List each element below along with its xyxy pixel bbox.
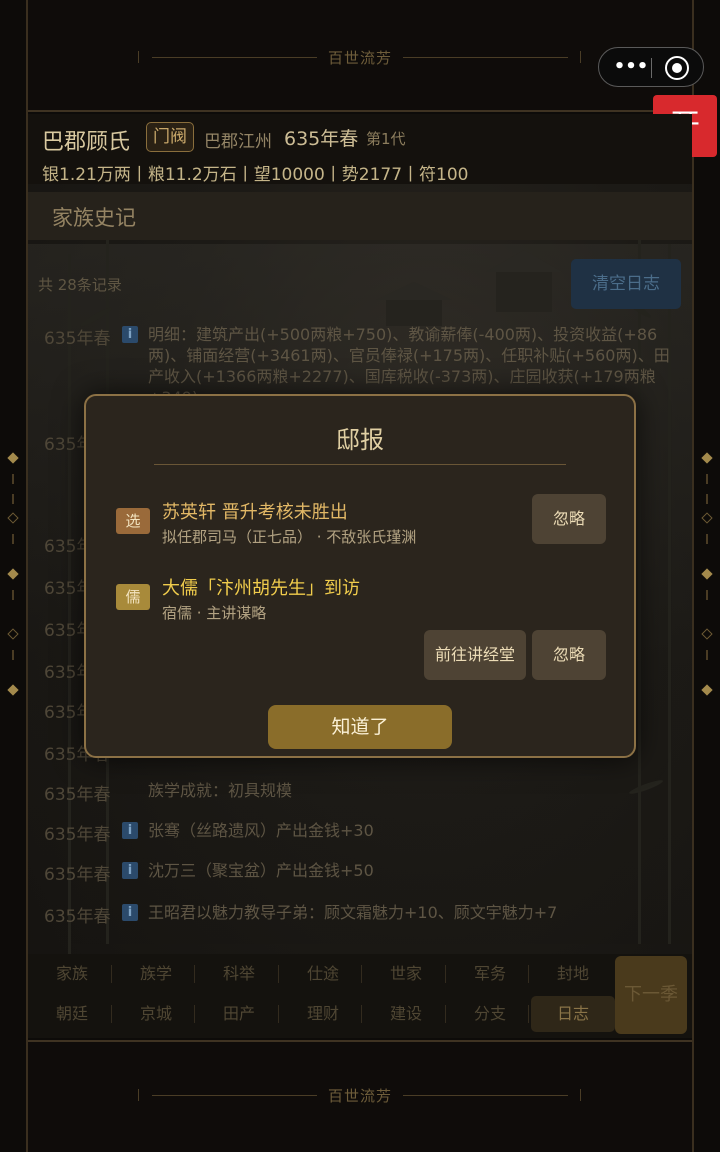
info-icon[interactable]: i <box>122 862 138 879</box>
acknowledge-button[interactable]: 知道了 <box>268 705 452 749</box>
more-dots-icon[interactable]: ••• <box>611 56 651 78</box>
family-header: 巴郡顾氏 门阀 巴郡江州 635年春 第1代 银1.21万两丨粮11.2万石丨望… <box>28 114 692 185</box>
ornament-dash <box>12 474 14 484</box>
tab-家族[interactable]: 家族 <box>30 956 114 992</box>
pagoda-body <box>386 300 442 326</box>
gazette-dialog: 邸报 选 苏英轩 晋升考核未胜出 拟任郡司马（正七品） · 不敌张氏瑾渊 忽略 … <box>84 394 636 758</box>
ornament-diamond <box>701 684 713 696</box>
frame-line-right <box>692 0 694 1152</box>
tab-divider <box>361 965 362 983</box>
log-entry-text: 族学成就：初具规模 <box>148 781 293 800</box>
item-tag-selection: 选 <box>116 508 150 534</box>
capsule-divider <box>651 58 652 78</box>
item-sub-promotion: 拟任郡司马（正七品） · 不敌张氏瑾渊 <box>162 528 417 546</box>
ornament-diamond-outline <box>7 512 19 524</box>
log-entry-year: 635年春 <box>44 865 111 885</box>
tab-divider <box>361 1005 362 1023</box>
tab-世家[interactable]: 世家 <box>364 956 448 992</box>
item-sub-scholar-visit: 宿儒 · 主讲谋略 <box>162 604 267 622</box>
miniapp-capsule: ••• <box>598 47 704 87</box>
pagoda-roof <box>486 250 562 272</box>
tab-分支[interactable]: 分支 <box>448 996 532 1032</box>
tab-日志[interactable]: 日志 <box>531 996 615 1032</box>
tab-divider <box>445 1005 446 1023</box>
rank-badge: 门阀 <box>146 122 194 152</box>
tab-divider <box>278 1005 279 1023</box>
generation: 第1代 <box>366 130 406 148</box>
ornament-dash <box>12 534 14 544</box>
ornament-dash <box>706 494 708 504</box>
bottom-banner-title: 百世流芳 <box>327 1087 392 1105</box>
ornament-diamond <box>7 568 19 580</box>
tab-divider <box>528 1005 529 1023</box>
item-title-scholar-visit: 大儒「汴州胡先生」到访 <box>162 578 360 599</box>
info-icon[interactable]: i <box>122 904 138 921</box>
ignore-button[interactable]: 忽略 <box>532 494 606 544</box>
pagoda-body <box>496 272 552 312</box>
tab-科举[interactable]: 科举 <box>197 956 281 992</box>
log-entry-text: 沈万三（聚宝盆）产出金钱+50 <box>148 861 374 880</box>
log-entry-text: 张骞（丝路遗风）产出金钱+30 <box>148 821 374 840</box>
ornament-dash <box>706 534 708 544</box>
side-ornament-right <box>700 450 714 700</box>
tab-封地[interactable]: 封地 <box>531 956 615 992</box>
tab-divider <box>111 965 112 983</box>
ornament-diamond-outline <box>701 512 713 524</box>
ignore-button[interactable]: 忽略 <box>532 630 606 680</box>
log-entry-year: 635年春 <box>44 329 111 349</box>
ornament-diamond <box>701 452 713 464</box>
tab-田产[interactable]: 田产 <box>197 996 281 1032</box>
bamboo-stalk <box>68 254 71 954</box>
tab-理财[interactable]: 理财 <box>281 996 365 1032</box>
info-icon[interactable]: i <box>122 326 138 343</box>
tab-族学[interactable]: 族学 <box>114 956 198 992</box>
ornament-diamond-outline <box>701 628 713 640</box>
tab-divider <box>111 1005 112 1023</box>
tab-divider <box>194 965 195 983</box>
ornament-diamond <box>701 568 713 580</box>
ornament-dash <box>706 474 708 484</box>
ornament-dash <box>706 590 708 600</box>
ornament-diamond <box>7 684 19 696</box>
log-entry-year: 635年春 <box>44 907 111 927</box>
item-title-promotion: 苏英轩 晋升考核未胜出 <box>162 502 348 523</box>
log-entry-text: 王昭君以魅力教导子弟：顾文霜魅力+10、顾文宇魅力+7 <box>148 903 558 922</box>
current-season: 635年春 <box>284 128 359 150</box>
family-place: 巴郡江州 <box>204 132 272 152</box>
dialog-title-rule <box>154 464 566 465</box>
info-icon[interactable]: i <box>122 822 138 839</box>
tab-朝廷[interactable]: 朝廷 <box>30 996 114 1032</box>
tab-京城[interactable]: 京城 <box>114 996 198 1032</box>
ornament-dash <box>12 494 14 504</box>
section-title: 家族史记 <box>52 206 136 230</box>
tab-divider <box>194 1005 195 1023</box>
ornament-dash <box>12 590 14 600</box>
clear-log-button[interactable]: 清空日志 <box>571 259 681 309</box>
record-count: 共 28条记录 <box>38 276 122 294</box>
log-entry-year: 635年春 <box>44 825 111 845</box>
ornament-diamond-outline <box>7 628 19 640</box>
tab-军务[interactable]: 军务 <box>448 956 532 992</box>
tab-divider <box>528 965 529 983</box>
next-season-button[interactable]: 下一季 <box>615 956 687 1034</box>
ornament-diamond <box>7 452 19 464</box>
tab-建设[interactable]: 建设 <box>364 996 448 1032</box>
log-entry-year: 635年春 <box>44 785 111 805</box>
resource-stats: 银1.21万两丨粮11.2万石丨望10000丨势2177丨符100 <box>42 165 469 185</box>
dialog-title: 邸报 <box>336 426 384 454</box>
target-icon[interactable] <box>665 56 689 80</box>
side-ornament-left <box>6 450 20 700</box>
family-name: 巴郡顾氏 <box>42 130 131 155</box>
tab-divider <box>278 965 279 983</box>
ornament-dash <box>706 650 708 660</box>
item-tag-scholar: 儒 <box>116 584 150 610</box>
section-title-bar: 家族史记 <box>28 192 692 240</box>
tab-divider <box>445 965 446 983</box>
ornament-dash <box>12 650 14 660</box>
go-lecture-hall-button[interactable]: 前往讲经堂 <box>424 630 526 680</box>
pagoda-roof <box>376 282 452 300</box>
tab-仕途[interactable]: 仕途 <box>281 956 365 992</box>
